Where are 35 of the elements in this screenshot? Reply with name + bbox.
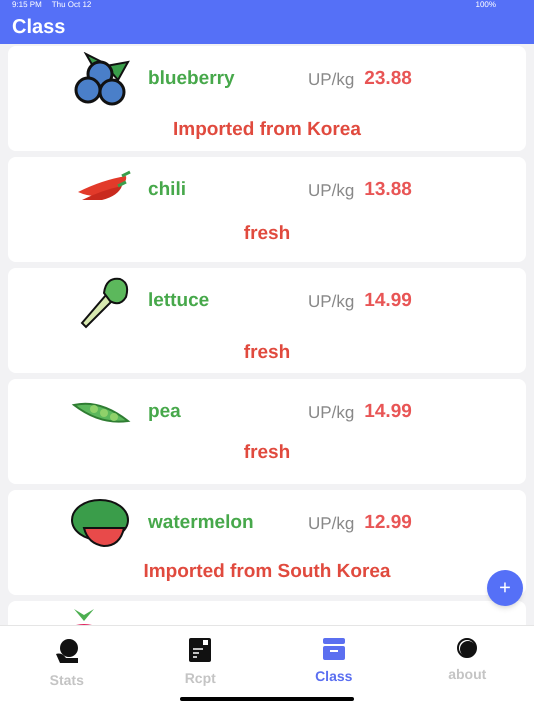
product-name: chili — [148, 178, 188, 202]
price: 13.88 — [364, 178, 412, 202]
product-note: Imported from Korea — [173, 118, 361, 142]
product-card[interactable]: blueberry UP/kg 23.88 Imported from Korea — [8, 46, 526, 151]
product-note: fresh — [244, 441, 290, 466]
price: 12.99 — [364, 511, 412, 535]
tab[interactable]: Class — [267, 638, 400, 697]
product-card[interactable]: pea UP/kg 14.99 fresh — [8, 379, 526, 484]
unit-label: UP/kg — [308, 402, 354, 424]
price: 14.99 — [364, 400, 412, 424]
unit-label: UP/kg — [308, 290, 354, 312]
product-name: watermelon — [148, 511, 255, 535]
watermelon-icon — [70, 498, 132, 548]
product-name: lettuce — [148, 289, 210, 313]
status-date: Thu Oct 12 — [52, 0, 92, 11]
status-battery: 100% — [476, 0, 496, 11]
hand-ball-icon — [54, 638, 80, 664]
circle-icon — [457, 638, 478, 658]
archive-box-icon — [322, 638, 345, 660]
unit-label: UP/kg — [308, 180, 354, 202]
product-card[interactable]: lettuce UP/kg 14.99 fresh — [8, 268, 526, 373]
price: 14.99 — [364, 289, 412, 313]
product-name: blueberry — [148, 67, 236, 91]
product-name: pea — [148, 400, 182, 424]
product-note: fresh — [244, 341, 290, 366]
receipt-icon — [189, 638, 212, 662]
product-note: fresh — [244, 222, 290, 246]
unit-label: UP/kg — [308, 68, 354, 90]
price: 23.88 — [364, 67, 412, 91]
status-time: 9:15 PM — [12, 0, 42, 11]
page-title: Class — [12, 15, 66, 40]
product-card[interactable]: chili UP/kg 13.88 fresh — [8, 157, 526, 262]
product-note: Imported from South Korea — [143, 560, 390, 584]
blueberry-icon — [72, 52, 132, 106]
unit-label: UP/kg — [308, 512, 354, 534]
